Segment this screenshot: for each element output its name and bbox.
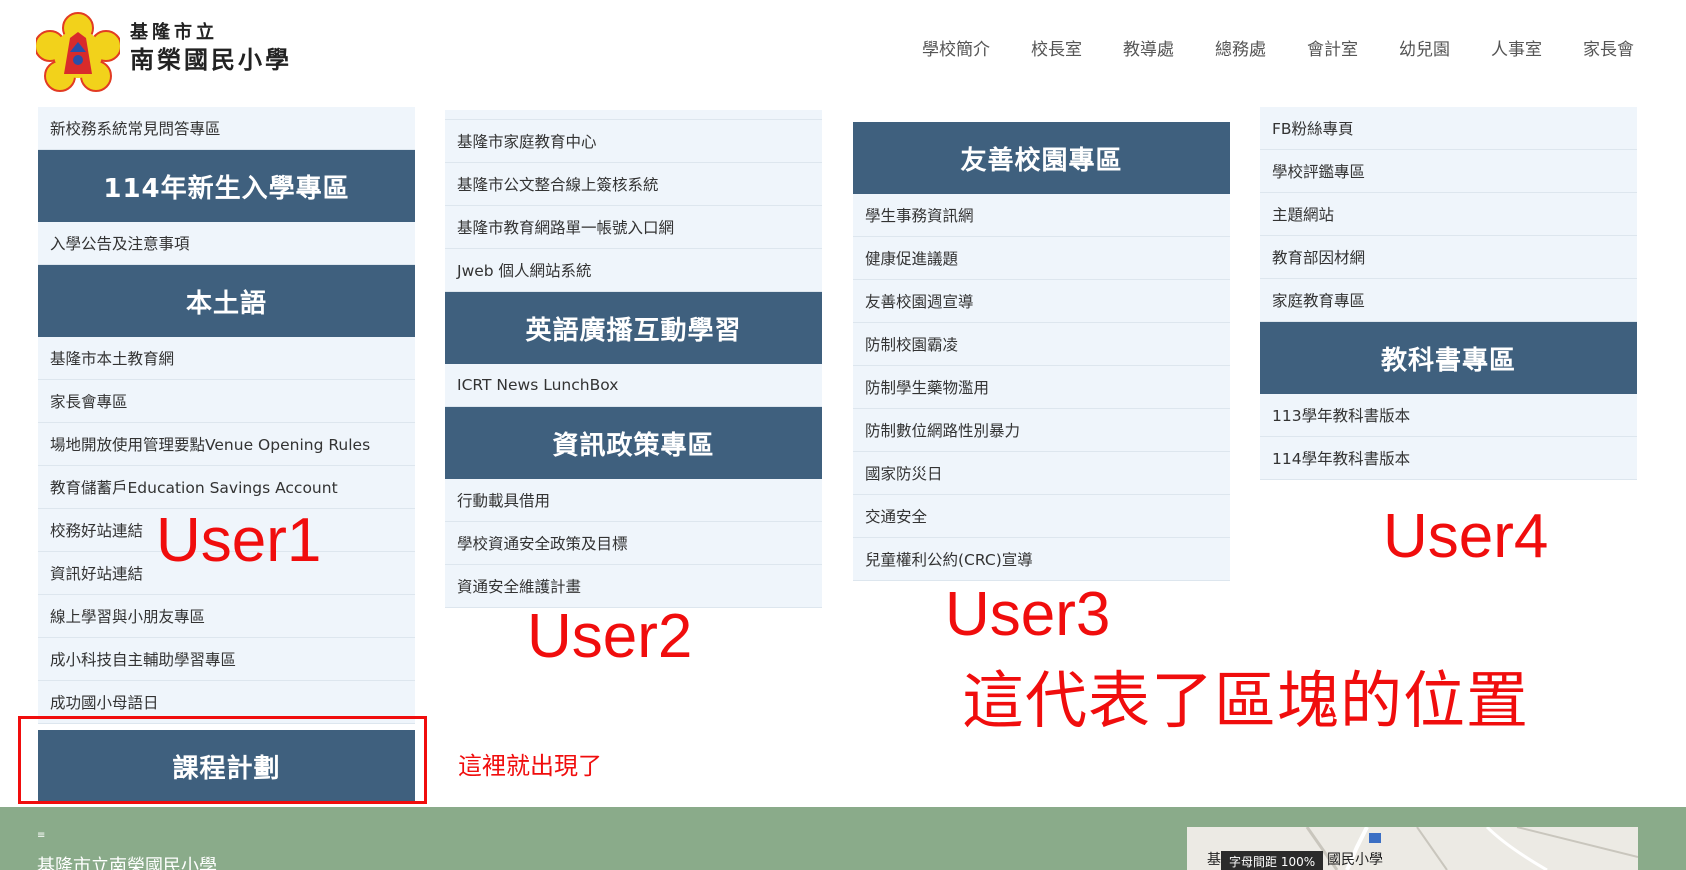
- menu-icon[interactable]: ≡: [37, 831, 45, 841]
- main-nav: 學校簡介 校長室 教導處 總務處 會計室 幼兒園 人事室 家長會: [881, 38, 1634, 62]
- list-item[interactable]: 114學年教科書版本: [1260, 437, 1637, 480]
- nav-item-personnel[interactable]: 人事室: [1491, 38, 1542, 62]
- annotation-appears-note: 這裡就出現了: [458, 752, 602, 780]
- list-item[interactable]: 主題網站: [1260, 193, 1637, 236]
- list-item[interactable]: 友善校園週宣導: [853, 280, 1230, 323]
- list-item[interactable]: 防制數位網路性別暴力: [853, 409, 1230, 452]
- list-item[interactable]: 家庭教育專區: [1260, 279, 1637, 322]
- section-heading-friendly-campus: 友善校園專區: [853, 122, 1230, 194]
- list-item[interactable]: 教育部因材網: [1260, 236, 1637, 279]
- nav-item-parents-association[interactable]: 家長會: [1583, 38, 1634, 62]
- school-emblem-icon: [34, 12, 122, 92]
- school-name[interactable]: 基隆市立 南榮國民小學: [130, 22, 292, 76]
- link-column-4: FB粉絲專頁 學校評鑑專區 主題網站 教育部因材網 家庭教育專區 教科書專區 1…: [1260, 107, 1637, 480]
- list-item[interactable]: 交通安全: [853, 495, 1230, 538]
- section-heading-native-language: 本土語: [38, 265, 415, 337]
- list-item[interactable]: 線上學習與小朋友專區: [38, 595, 415, 638]
- section-heading-it-policy: 資訊政策專區: [445, 407, 822, 479]
- annotation-user4: User4: [1383, 502, 1549, 571]
- list-item[interactable]: 基隆市家庭教育中心: [445, 120, 822, 163]
- annotation-user3: User3: [945, 580, 1111, 649]
- section-heading-textbooks: 教科書專區: [1260, 322, 1637, 394]
- list-item[interactable]: 健康促進議題: [853, 237, 1230, 280]
- nav-item-principal[interactable]: 校長室: [1031, 38, 1082, 62]
- nav-item-accounting[interactable]: 會計室: [1307, 38, 1358, 62]
- annotation-position-note: 這代表了區塊的位置: [962, 664, 1530, 737]
- school-name-line2: 南榮國民小學: [130, 46, 292, 74]
- list-item[interactable]: FB粉絲專頁: [1260, 107, 1637, 150]
- link-column-1: 新校務系統常見問答專區 114年新生入學專區 入學公告及注意事項 本土語 基隆市…: [38, 107, 415, 802]
- letter-spacing-badge: 字母間距 100%: [1221, 851, 1324, 870]
- list-item[interactable]: 學校資通安全政策及目標: [445, 522, 822, 565]
- list-item[interactable]: 基隆市教育網路單一帳號入口網: [445, 206, 822, 249]
- list-item[interactable]: 兒童權利公約(CRC)宣導: [853, 538, 1230, 581]
- list-item[interactable]: 行動載具借用: [445, 479, 822, 522]
- nav-item-kindergarten[interactable]: 幼兒園: [1399, 38, 1450, 62]
- annotation-user1: User1: [156, 506, 322, 575]
- list-item[interactable]: 基隆市本土教育網: [38, 337, 415, 380]
- annotation-user2: User2: [527, 602, 693, 671]
- map-place-label: 國民小學: [1327, 852, 1383, 868]
- list-top-edge: [445, 110, 822, 120]
- school-name-line1: 基隆市立: [130, 22, 218, 43]
- nav-item-about[interactable]: 學校簡介: [922, 38, 990, 62]
- footer-school-name: 基隆市立南榮國民小學: [37, 856, 217, 870]
- site-footer: ≡ 基隆市立南榮國民小學 基 字母間距 100% 國民小學: [0, 807, 1686, 870]
- list-item[interactable]: 防制校園霸凌: [853, 323, 1230, 366]
- nav-item-general-affairs[interactable]: 總務處: [1215, 38, 1266, 62]
- list-item[interactable]: 學校評鑑專區: [1260, 150, 1637, 193]
- list-item[interactable]: 成小科技自主輔助學習專區: [38, 638, 415, 681]
- list-item[interactable]: 國家防災日: [853, 452, 1230, 495]
- link-column-3: 友善校園專區 學生事務資訊網 健康促進議題 友善校園週宣導 防制校園霸凌 防制學…: [853, 122, 1230, 581]
- school-logo[interactable]: [34, 12, 122, 92]
- list-item[interactable]: 學生事務資訊網: [853, 194, 1230, 237]
- list-item[interactable]: 教育儲蓄戶Education Savings Account: [38, 466, 415, 509]
- nav-item-academic-affairs[interactable]: 教導處: [1123, 38, 1174, 62]
- list-item[interactable]: 入學公告及注意事項: [38, 222, 415, 265]
- list-item[interactable]: 場地開放使用管理要點Venue Opening Rules: [38, 423, 415, 466]
- list-item[interactable]: 基隆市公文整合線上簽核系統: [445, 163, 822, 206]
- embedded-map[interactable]: 基 字母間距 100% 國民小學: [1187, 827, 1638, 870]
- list-item[interactable]: ICRT News LunchBox: [445, 364, 822, 407]
- map-place-label: 基: [1207, 852, 1221, 868]
- link-column-2: 基隆市家庭教育中心 基隆市公文整合線上簽核系統 基隆市教育網路單一帳號入口網 J…: [445, 110, 822, 608]
- list-item[interactable]: Jweb 個人網站系統: [445, 249, 822, 292]
- section-heading-new-students: 114年新生入學專區: [38, 150, 415, 222]
- annotation-highlight-box: [18, 716, 427, 804]
- list-item[interactable]: 家長會專區: [38, 380, 415, 423]
- list-item[interactable]: 113學年教科書版本: [1260, 394, 1637, 437]
- list-item[interactable]: 新校務系統常見問答專區: [38, 107, 415, 150]
- list-item[interactable]: 防制學生藥物濫用: [853, 366, 1230, 409]
- section-heading-english-broadcast: 英語廣播互動學習: [445, 292, 822, 364]
